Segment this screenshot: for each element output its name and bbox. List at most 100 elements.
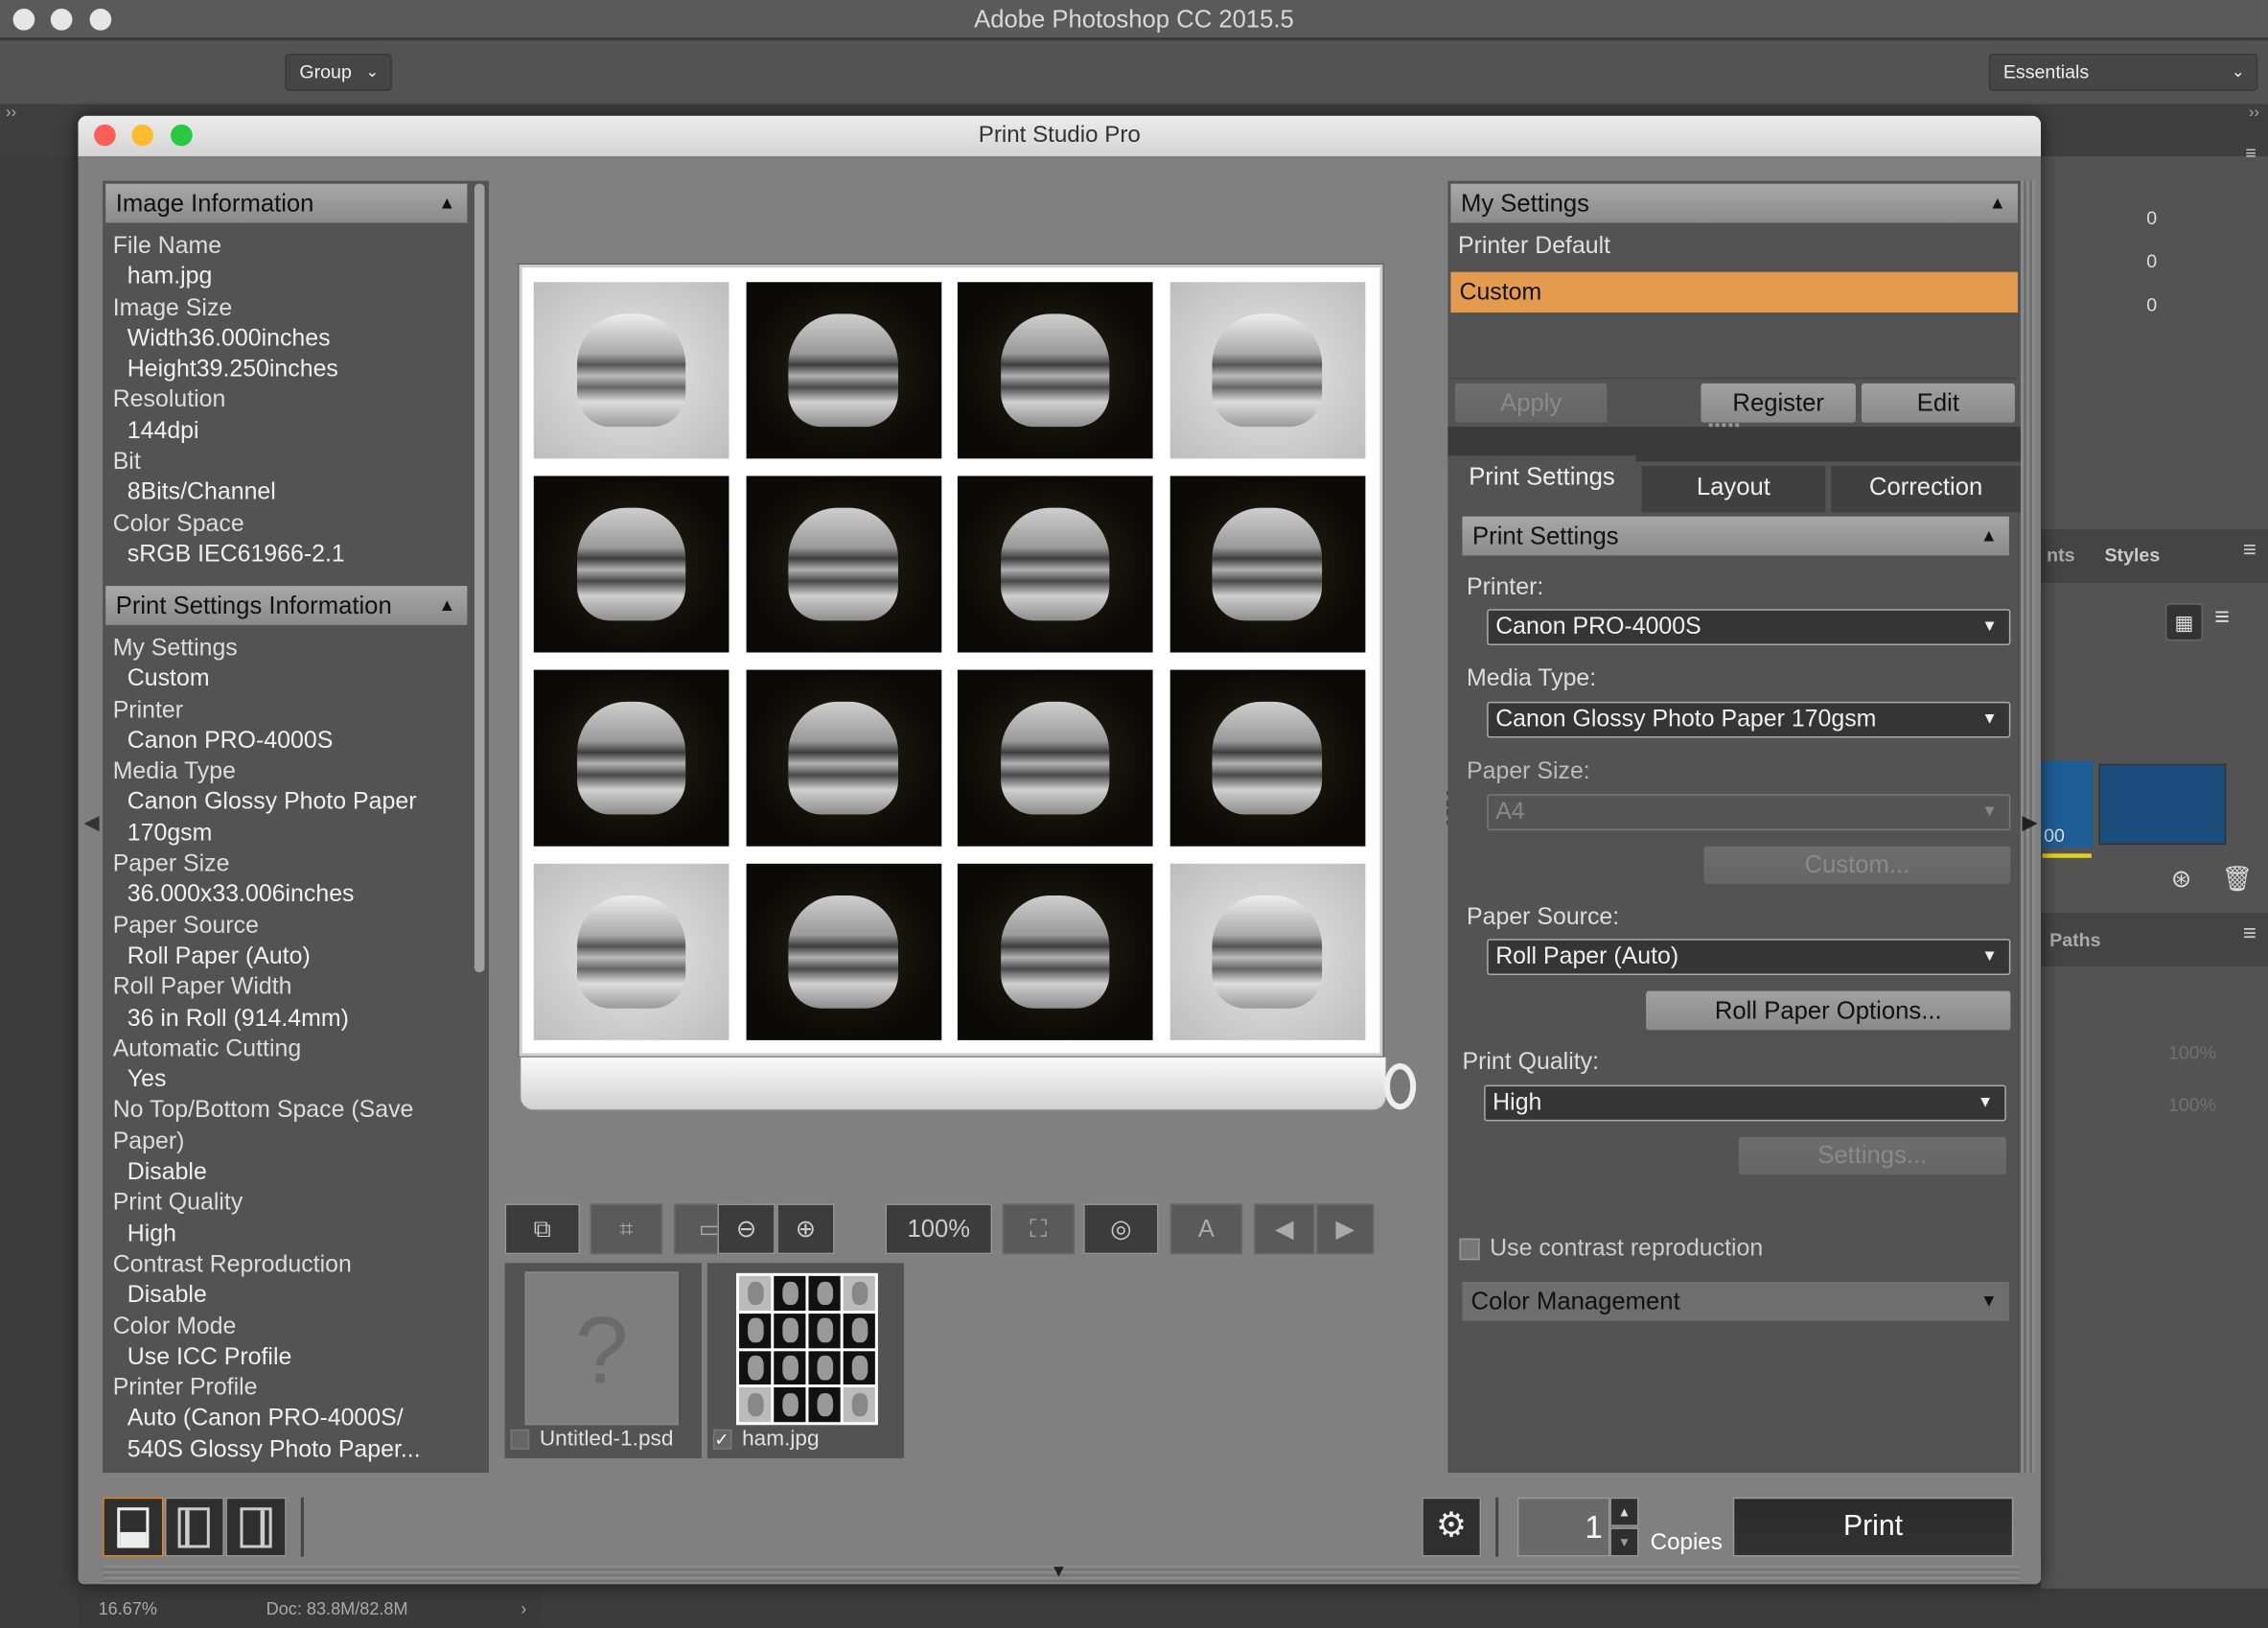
print-settings-information-list: My Settings Custom Printer Canon PRO-4000S M…	[113, 634, 421, 1466]
text-button[interactable]: A	[1169, 1203, 1243, 1255]
print-quality-label: Print Quality:	[1462, 1048, 1600, 1076]
panel-menu-icon[interactable]: ≡	[2243, 921, 2256, 947]
collapse-right-icon[interactable]: ▶	[2022, 810, 2037, 835]
copies-input[interactable]: 1	[1516, 1497, 1610, 1557]
thumbnail-ham[interactable]: ✓ ham.jpg	[706, 1263, 905, 1458]
list-view-icon[interactable]: ≡	[2214, 602, 2230, 633]
zoom-level[interactable]: 16.67%	[99, 1592, 157, 1628]
print-preview-paper[interactable]	[519, 265, 1383, 1057]
roll-button[interactable]: ◎	[1083, 1203, 1159, 1255]
app-title-bar: Adobe Photoshop CC 2015.5	[0, 0, 2268, 39]
group-dropdown[interactable]: Group ⌄	[285, 53, 392, 92]
preview-image-tile	[957, 669, 1153, 847]
preview-image-tile	[533, 669, 729, 847]
preview-image-tile	[533, 282, 729, 459]
fit-button[interactable]: ⛶	[1002, 1203, 1076, 1255]
checkbox[interactable]	[510, 1429, 530, 1450]
fill-value[interactable]: 100%	[2168, 1094, 2216, 1116]
printer-select[interactable]: Canon PRO-4000S ▼	[1487, 609, 2011, 645]
swatch-label: 00	[2044, 825, 2065, 847]
color-management-section[interactable]: Color Management ▼	[1462, 1281, 2009, 1321]
checkbox-checked[interactable]: ✓	[712, 1429, 732, 1450]
preferences-button[interactable]: ⚙	[1422, 1497, 1482, 1557]
apply-button[interactable]: Apply	[1454, 383, 1608, 423]
edit-button[interactable]: Edit	[1861, 383, 2015, 423]
close-window-button[interactable]	[12, 9, 35, 31]
info-label: Automatic Cutting	[112, 1035, 302, 1062]
roll-paper-icon: ◎	[1110, 1215, 1132, 1244]
zoom-level-dropdown[interactable]: 100%	[885, 1203, 993, 1255]
view-mode-3-button[interactable]	[225, 1497, 287, 1557]
thumbnail-tile	[808, 1275, 841, 1311]
media-type-select[interactable]: Canon Glossy Photo Paper 170gsm ▼	[1487, 701, 2011, 738]
panel-menu-icon[interactable]: ≡	[2245, 142, 2256, 164]
burger-image	[1212, 895, 1322, 1009]
scrollbar[interactable]	[474, 183, 485, 972]
swap-layout-button[interactable]: ⧉	[504, 1203, 581, 1255]
thumbnail-untitled[interactable]: ? Untitled-1.psd	[504, 1263, 702, 1458]
increment-icon[interactable]: ▲	[1609, 1497, 1639, 1526]
zoom-in-button[interactable]: ⊕	[776, 1203, 835, 1255]
minimize-window-button[interactable]	[50, 9, 73, 31]
thumbnail-tile	[843, 1387, 875, 1423]
print-settings-header[interactable]: Print Settings ▲	[1462, 516, 2009, 556]
paper-source-select[interactable]: Roll Paper (Auto) ▼	[1487, 939, 2011, 975]
value: 0	[2146, 250, 2158, 272]
creative-cloud-icon[interactable]: ⊛	[2171, 865, 2192, 894]
chevron-right-icon[interactable]: ›	[521, 1592, 526, 1628]
thumbnail-tile	[808, 1313, 841, 1348]
settings-panel: My Settings ▲ Printer Default Custom Appl…	[1447, 180, 2021, 1474]
collapse-icon: ▲	[1988, 192, 2006, 213]
burger-image	[1212, 701, 1322, 815]
tab-correction[interactable]: Correction	[1831, 465, 2021, 513]
layout-left-icon	[177, 1507, 210, 1548]
tab-layout[interactable]: Layout	[1641, 465, 1826, 513]
tab-print-settings[interactable]: Print Settings	[1447, 455, 1636, 511]
previous-button[interactable]: ◀	[1254, 1203, 1315, 1255]
print-quality-select[interactable]: High ▼	[1484, 1084, 2006, 1122]
maximize-button[interactable]	[171, 124, 193, 147]
info-value: sRGB IEC61966-2.1	[127, 541, 345, 568]
settings-item-printer-default[interactable]: Printer Default	[1458, 233, 1610, 261]
view-mode-1-button[interactable]	[103, 1497, 164, 1557]
preview-image-tile	[957, 282, 1153, 459]
collapse-left-icon[interactable]: ◀	[84, 810, 100, 835]
panel-menu-icon[interactable]: ≡	[2243, 538, 2256, 564]
tab-paths[interactable]: Paths	[2049, 929, 2100, 951]
print-settings-information-header[interactable]: Print Settings Information ▲	[105, 586, 468, 625]
view-mode-2-button[interactable]	[165, 1497, 224, 1557]
print-button[interactable]: Print	[1732, 1497, 2014, 1557]
workspace-dropdown[interactable]: Essentials ⌄	[1988, 53, 2258, 92]
preview-image-tile	[745, 476, 941, 653]
image-information-header[interactable]: Image Information ▲	[105, 183, 468, 223]
zoom-out-button[interactable]: ⊖	[717, 1203, 775, 1255]
dialog-title-bar: Print Studio Pro	[78, 115, 2042, 156]
bottom-splitter[interactable]: ▼	[103, 1561, 2020, 1585]
zoom-window-button[interactable]	[89, 9, 112, 31]
burger-image	[1000, 314, 1110, 428]
opacity-value[interactable]: 100%	[2168, 1041, 2216, 1063]
close-button[interactable]	[94, 124, 116, 147]
roll-paper-options-button[interactable]: Roll Paper Options...	[1646, 990, 2011, 1031]
quality-settings-button[interactable]: Settings...	[1738, 1136, 2006, 1175]
grid-view-icon[interactable]: ▦	[2164, 603, 2204, 641]
crop-button[interactable]: ⌗	[590, 1203, 663, 1255]
trash-icon[interactable]: 🗑	[2222, 865, 2254, 894]
thumbnail-tile	[774, 1313, 806, 1348]
tab-styles[interactable]: Styles	[2104, 544, 2160, 566]
next-button[interactable]: ▶	[1316, 1203, 1375, 1255]
decrement-icon[interactable]: ▼	[1609, 1527, 1639, 1557]
info-value: 36 in Roll (914.4mm)	[127, 1005, 349, 1032]
custom-size-button[interactable]: Custom...	[1703, 846, 2011, 884]
value: 0	[2146, 206, 2158, 229]
minimize-button[interactable]	[131, 124, 153, 147]
tab-adjustments[interactable]: nts	[2047, 544, 2074, 566]
contrast-checkbox[interactable]	[1459, 1238, 1480, 1261]
dialog-title: Print Studio Pro	[978, 123, 1141, 148]
swatch[interactable]	[2098, 763, 2227, 846]
swatch-bar	[2042, 853, 2092, 858]
register-button[interactable]: Register	[1701, 383, 1856, 423]
settings-item-custom[interactable]: Custom	[1450, 271, 2018, 313]
my-settings-header[interactable]: My Settings ▲	[1450, 183, 2018, 223]
paper-size-select[interactable]: A4 ▼	[1487, 794, 2011, 831]
